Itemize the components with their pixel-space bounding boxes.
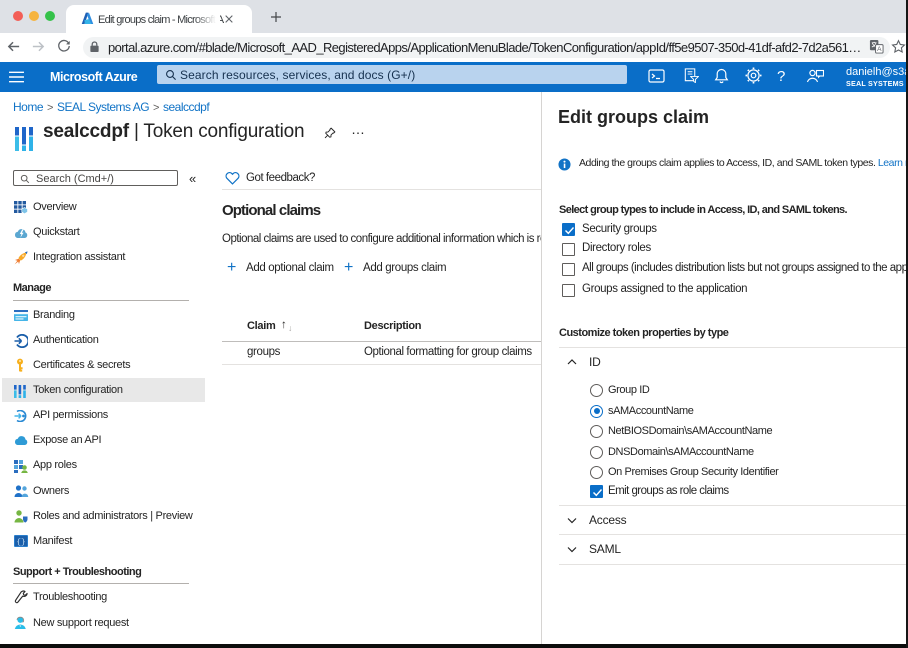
svg-text:A: A (877, 46, 882, 53)
svg-text:{}: {} (16, 539, 25, 547)
